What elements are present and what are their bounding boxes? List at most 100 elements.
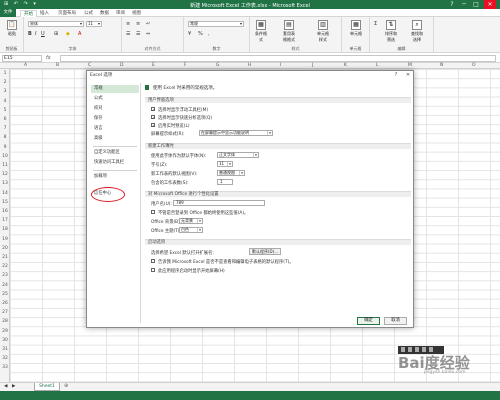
prev-sheet-icon[interactable]: ◀ bbox=[4, 384, 7, 389]
paste-button[interactable]: 📋 粘贴 bbox=[5, 20, 19, 40]
screentip-dropdown[interactable]: 在屏幕提示中显示功能说明 ▾ bbox=[199, 130, 273, 136]
row-number[interactable]: 33 bbox=[0, 365, 10, 370]
column-letter[interactable]: K bbox=[344, 63, 347, 68]
font-size-dropdown[interactable]: 11 ▾ bbox=[217, 161, 233, 167]
row-number[interactable]: 22 bbox=[0, 264, 10, 269]
row-number[interactable]: 20 bbox=[0, 246, 10, 251]
column-letter[interactable]: I bbox=[280, 63, 281, 68]
wrap-text-icon[interactable]: ↵ bbox=[146, 21, 150, 27]
column-letter[interactable]: O bbox=[472, 63, 476, 68]
tab-insert[interactable]: 插入 bbox=[40, 10, 49, 17]
font-name-combo[interactable]: 宋体 bbox=[28, 21, 84, 27]
ok-button[interactable]: 确定 bbox=[357, 317, 380, 325]
column-letter[interactable]: H bbox=[248, 63, 251, 68]
default-view-dropdown[interactable]: 普通视图 ▾ bbox=[217, 170, 245, 176]
row-number[interactable]: 23 bbox=[0, 273, 10, 278]
row-number[interactable]: 9 bbox=[0, 145, 10, 150]
column-letter[interactable]: A bbox=[24, 63, 27, 68]
font-color-icon[interactable]: A bbox=[78, 31, 81, 37]
column-letter[interactable]: J bbox=[312, 63, 313, 68]
checkbox-always-use[interactable] bbox=[151, 210, 155, 214]
sheet-tab-sheet1[interactable]: Sheet1 bbox=[34, 383, 60, 391]
row-number[interactable]: 25 bbox=[0, 292, 10, 297]
comma-icon[interactable]: , bbox=[208, 31, 210, 37]
tab-view[interactable]: 视图 bbox=[132, 10, 141, 17]
row-number[interactable]: 18 bbox=[0, 227, 10, 232]
currency-icon[interactable]: ¥ bbox=[188, 31, 191, 37]
align-top-icon[interactable]: ≡ bbox=[126, 21, 130, 27]
row-number[interactable]: 12 bbox=[0, 172, 10, 177]
cells-button[interactable]: ▦ 单元格 bbox=[349, 20, 363, 40]
nav-item-general[interactable]: 常规 bbox=[91, 85, 139, 93]
row-number[interactable]: 14 bbox=[0, 191, 10, 196]
font-size-combo[interactable]: 11 bbox=[86, 21, 102, 27]
column-letter[interactable]: L bbox=[376, 63, 379, 68]
bold-icon[interactable]: B bbox=[28, 31, 32, 37]
align-middle-icon[interactable]: ≡ bbox=[136, 21, 140, 27]
help-icon[interactable]: ? bbox=[446, 0, 458, 9]
tab-page-layout[interactable]: 页面布局 bbox=[58, 10, 76, 17]
row-number[interactable]: 17 bbox=[0, 218, 10, 223]
merge-icon[interactable]: ⇔ bbox=[146, 31, 150, 37]
nav-item-customize-ribbon[interactable]: 自定义功能区 bbox=[91, 149, 139, 157]
checkbox-start-screen[interactable] bbox=[151, 268, 155, 272]
row-number[interactable]: 32 bbox=[0, 356, 10, 361]
number-format-combo[interactable]: 常规 bbox=[188, 21, 244, 27]
add-sheet-icon[interactable]: ⊕ bbox=[64, 383, 68, 389]
dialog-help-icon[interactable]: ? bbox=[391, 71, 401, 80]
fx-icon[interactable]: fx bbox=[46, 55, 51, 61]
tab-formulas[interactable]: 公式 bbox=[84, 10, 93, 17]
row-number[interactable]: 15 bbox=[0, 200, 10, 205]
row-number[interactable]: 10 bbox=[0, 154, 10, 159]
border-icon[interactable]: ⊞ bbox=[54, 31, 58, 37]
column-letter[interactable]: G bbox=[216, 63, 220, 68]
close-button[interactable]: ✕ bbox=[484, 0, 496, 9]
column-letter[interactable]: M bbox=[408, 63, 412, 68]
cancel-button[interactable]: 取消 bbox=[384, 317, 407, 325]
table-format-button[interactable]: ▤ 套用表格格式 bbox=[282, 20, 296, 42]
column-letter[interactable]: B bbox=[56, 63, 59, 68]
fill-color-icon[interactable]: ◆ bbox=[66, 31, 70, 37]
find-select-button[interactable]: ⌕ 查找和选择 bbox=[410, 20, 424, 42]
row-number[interactable]: 16 bbox=[0, 209, 10, 214]
row-number[interactable]: 28 bbox=[0, 319, 10, 324]
column-letter[interactable]: N bbox=[440, 63, 443, 68]
row-number[interactable]: 6 bbox=[0, 117, 10, 122]
column-letter[interactable]: F bbox=[184, 63, 187, 68]
next-sheet-icon[interactable]: ▶ bbox=[12, 384, 15, 389]
row-number[interactable]: 21 bbox=[0, 255, 10, 260]
row-number[interactable]: 8 bbox=[0, 135, 10, 140]
row-number[interactable]: 1 bbox=[0, 71, 10, 76]
sort-filter-button[interactable]: ⇅ 排序和筛选 bbox=[384, 20, 398, 42]
nav-item-save[interactable]: 保存 bbox=[91, 115, 139, 123]
checkbox-mini-toolbar[interactable]: ✓ bbox=[151, 107, 155, 112]
row-number[interactable]: 5 bbox=[0, 108, 10, 113]
tab-file[interactable]: 文件 bbox=[0, 9, 16, 17]
maximize-button[interactable]: □ bbox=[470, 0, 482, 9]
default-programs-button[interactable]: 默认程序(D)... bbox=[249, 248, 282, 255]
row-number[interactable]: 13 bbox=[0, 181, 10, 186]
cell-style-button[interactable]: ▥ 单元格样式 bbox=[316, 20, 330, 42]
nav-item-quick-access-toolbar[interactable]: 快速访问工具栏 bbox=[91, 159, 139, 167]
checkbox-quick-analysis[interactable]: ✓ bbox=[151, 115, 155, 120]
italic-icon[interactable]: I bbox=[35, 31, 36, 37]
minimize-button[interactable]: ─ bbox=[458, 0, 470, 9]
row-number[interactable]: 2 bbox=[0, 80, 10, 85]
conditional-format-button[interactable]: ▦ 条件格式 bbox=[254, 20, 268, 42]
dialog-close-icon[interactable]: ✕ bbox=[403, 71, 413, 80]
nav-item-proofing[interactable]: 校对 bbox=[91, 105, 139, 113]
nav-item-language[interactable]: 语言 bbox=[91, 125, 139, 133]
underline-icon[interactable]: U bbox=[41, 31, 45, 37]
tab-data[interactable]: 数据 bbox=[100, 10, 109, 17]
checkbox-default-program[interactable] bbox=[151, 259, 155, 263]
percent-icon[interactable]: % bbox=[198, 31, 203, 37]
office-theme-dropdown[interactable]: 白色 ▾ bbox=[179, 227, 203, 233]
sheet-count-stepper[interactable]: 1 bbox=[217, 179, 233, 185]
row-number[interactable]: 27 bbox=[0, 310, 10, 315]
row-number[interactable]: 29 bbox=[0, 329, 10, 334]
column-letter[interactable]: D bbox=[120, 63, 123, 68]
formula-input[interactable] bbox=[60, 55, 496, 62]
row-number[interactable]: 4 bbox=[0, 99, 10, 104]
autosum-icon[interactable]: Σ bbox=[374, 21, 377, 27]
row-number[interactable]: 19 bbox=[0, 237, 10, 242]
